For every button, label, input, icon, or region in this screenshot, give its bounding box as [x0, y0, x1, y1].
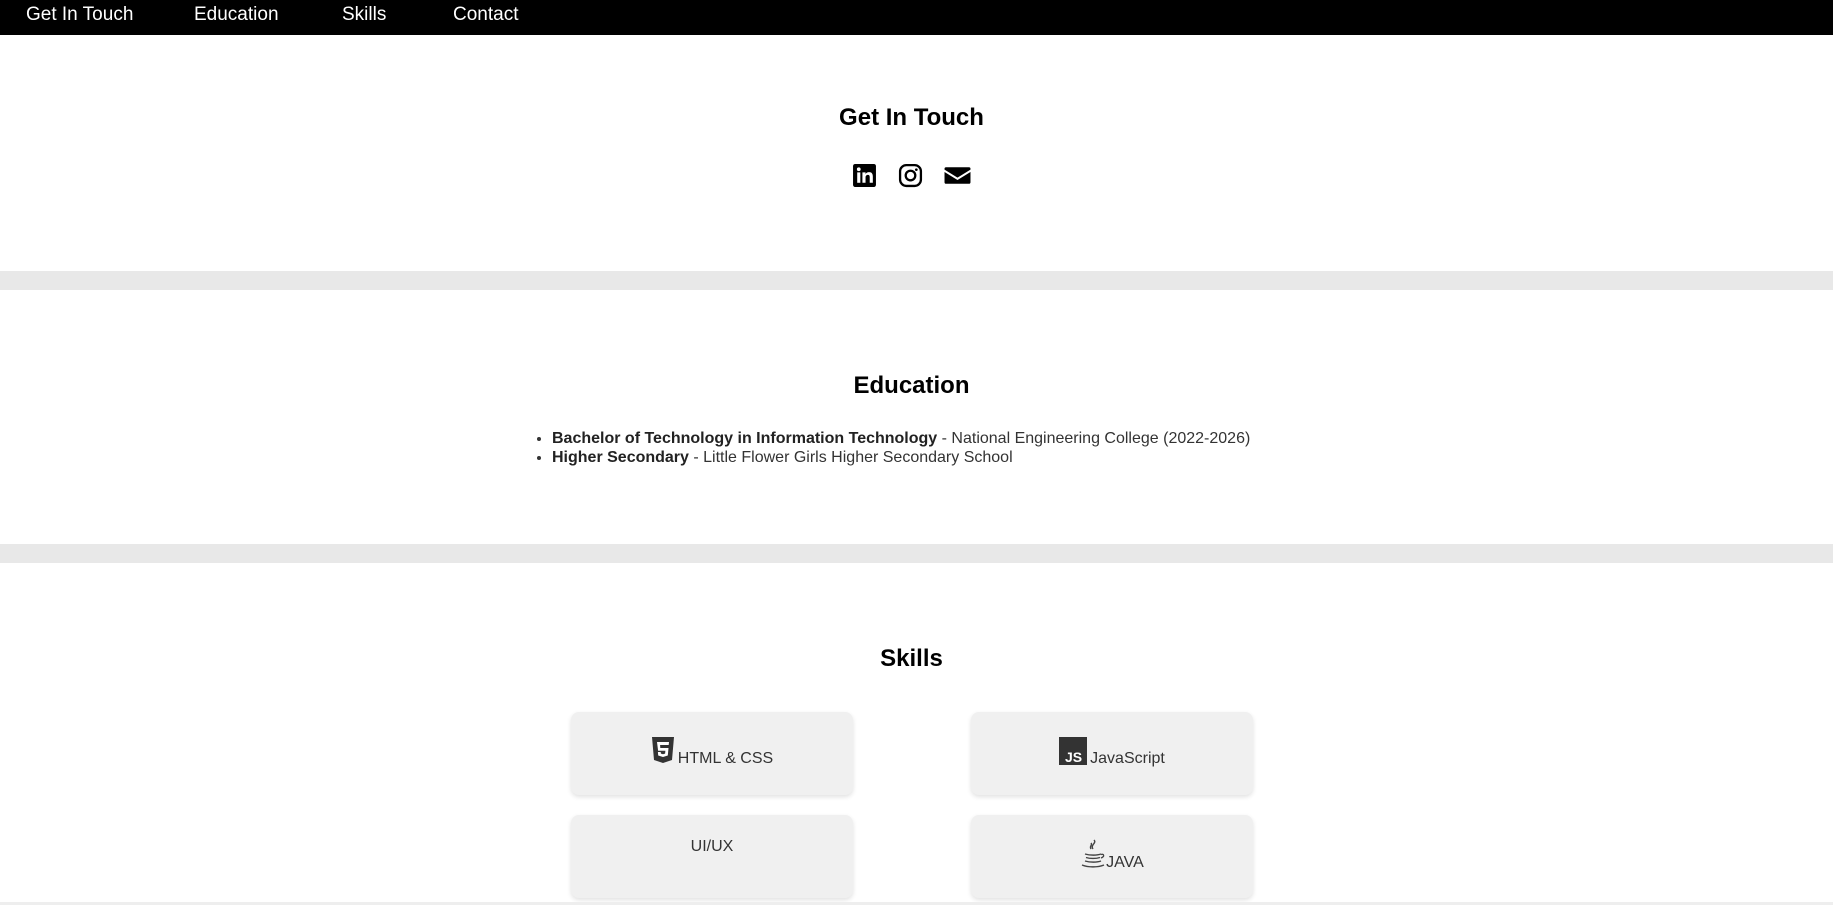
social-icons-row — [0, 163, 1823, 189]
education-item: Higher Secondary - Little Flower Girls H… — [552, 448, 1250, 467]
skill-card-javascript: JS JavaScript — [971, 712, 1253, 795]
education-detail: - Little Flower Girls Higher Secondary S… — [688, 449, 1013, 466]
instagram-icon[interactable] — [898, 163, 924, 189]
skill-card-java: JAVA — [971, 815, 1253, 898]
contact-section-title: Get In Touch — [839, 104, 984, 131]
skills-section — [0, 563, 1833, 902]
nav-link-get-in-touch[interactable]: Get In Touch — [26, 5, 133, 25]
contact-section — [0, 35, 1833, 271]
nav-link-contact[interactable]: Contact — [453, 5, 518, 25]
email-icon[interactable] — [944, 163, 972, 189]
skills-section-title: Skills — [880, 645, 943, 672]
html5-icon — [651, 737, 675, 770]
svg-text:JS: JS — [1065, 749, 1082, 765]
education-item: Bachelor of Technology in Information Te… — [552, 429, 1250, 448]
nav-link-education[interactable]: Education — [194, 5, 279, 25]
nav-link-skills[interactable]: Skills — [342, 5, 386, 25]
skill-label: HTML & CSS — [677, 750, 774, 767]
javascript-icon: JS — [1059, 737, 1088, 770]
education-section — [0, 290, 1833, 544]
education-detail: - National Engineering College (2022-202… — [937, 430, 1251, 447]
education-degree: Higher Secondary — [552, 449, 689, 466]
skill-label: UI/UX — [690, 838, 734, 855]
education-list: Bachelor of Technology in Information Te… — [534, 429, 1250, 467]
education-section-title: Education — [853, 372, 970, 399]
section-divider — [0, 271, 1833, 290]
java-icon — [1080, 838, 1106, 875]
skill-label: JAVA — [1106, 854, 1144, 871]
skill-label: JavaScript — [1090, 750, 1165, 767]
section-divider — [0, 544, 1833, 563]
linkedin-icon[interactable] — [852, 163, 878, 189]
skill-card-ui-ux: UI/UX — [571, 815, 853, 898]
top-navbar: Get In Touch Education Skills Contact — [0, 0, 1833, 35]
education-degree: Bachelor of Technology in Information Te… — [552, 430, 938, 447]
skill-card-html-css: HTML & CSS — [571, 712, 853, 795]
